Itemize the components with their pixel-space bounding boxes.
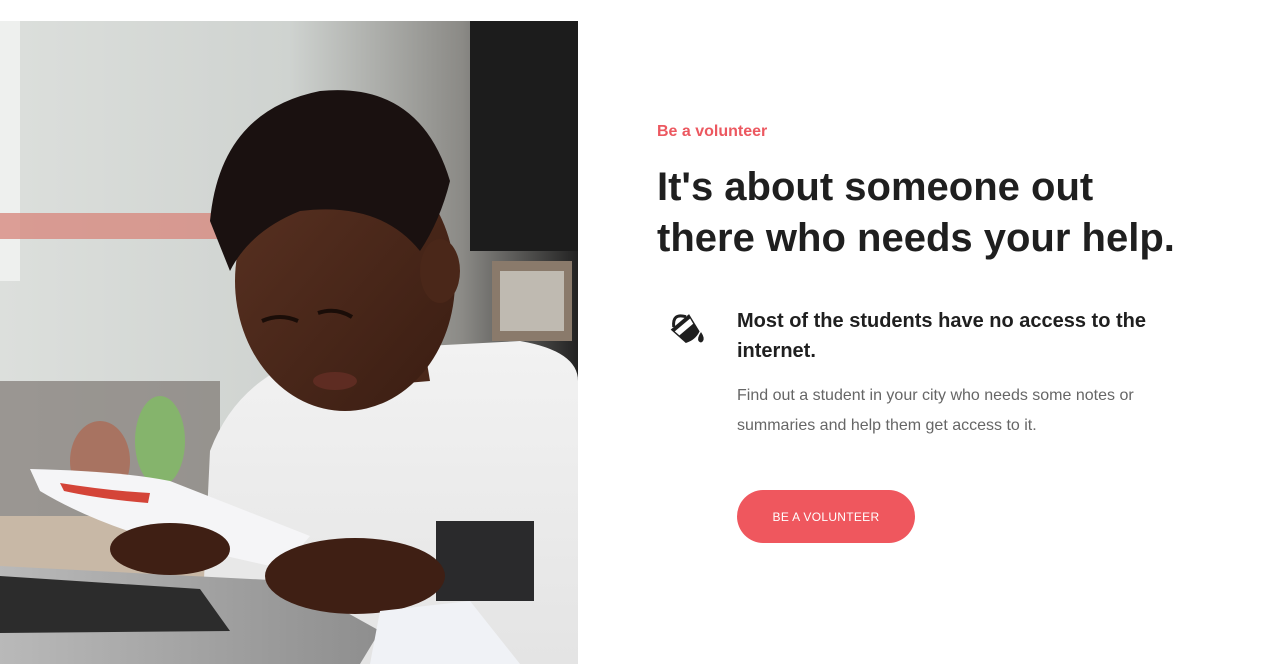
headline-line-2: there who needs your help. xyxy=(657,216,1175,260)
volunteer-section: Be a volunteer It's about someone out th… xyxy=(0,0,1280,664)
feature-description: Find out a student in your city who need… xyxy=(737,387,1134,434)
be-a-volunteer-button[interactable]: BE A VOLUNTEER xyxy=(737,490,915,543)
paint-bucket-icon xyxy=(669,310,707,346)
section-headline: It's about someone out there who needs y… xyxy=(657,162,1217,264)
feature-title: Most of the students have no access to t… xyxy=(737,310,1146,362)
hero-photo xyxy=(0,21,578,664)
section-eyebrow: Be a volunteer xyxy=(657,123,768,140)
headline-line-1: It's about someone out xyxy=(657,165,1094,209)
